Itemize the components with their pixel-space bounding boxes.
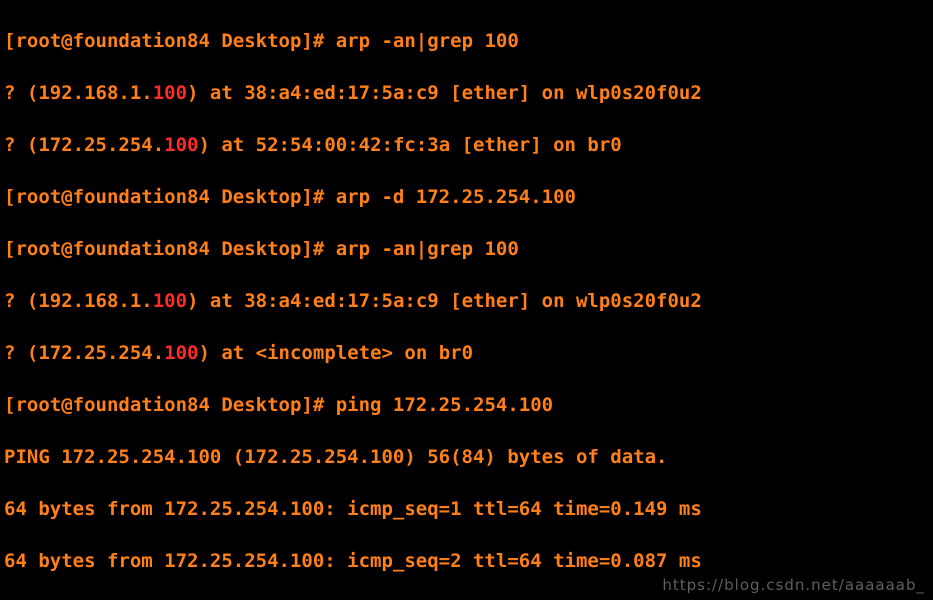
watermark-text: https://blog.csdn.net/aaaaaab_ xyxy=(662,576,925,594)
prompt-line: [root@foundation84 Desktop]# ping 172.25… xyxy=(4,392,929,418)
command-input[interactable]: ping 172.25.254.100 xyxy=(336,394,553,416)
output-line: ? (192.168.1.100) at 38:a4:ed:17:5a:c9 [… xyxy=(4,80,929,106)
output-line: ? (172.25.254.100) at 52:54:00:42:fc:3a … xyxy=(4,132,929,158)
command-input[interactable]: arp -an|grep 100 xyxy=(336,238,519,260)
ping-reply: 64 bytes from 172.25.254.100: icmp_seq=1… xyxy=(4,496,929,522)
grep-match: 100 xyxy=(153,82,187,104)
arp-entry-part: ) at 38:a4:ed:17:5a:c9 [ether] on wlp0s2… xyxy=(187,82,702,104)
arp-entry-part: ? (172.25.254. xyxy=(4,134,164,156)
command-input[interactable]: arp -an|grep 100 xyxy=(336,30,519,52)
arp-entry-part: ? (172.25.254. xyxy=(4,342,164,364)
shell-prompt: [root@foundation84 Desktop]# xyxy=(4,186,336,208)
ping-header: PING 172.25.254.100 (172.25.254.100) 56(… xyxy=(4,444,929,470)
command-input[interactable]: arp -d 172.25.254.100 xyxy=(336,186,576,208)
output-line: ? (192.168.1.100) at 38:a4:ed:17:5a:c9 [… xyxy=(4,288,929,314)
ping-reply: 64 bytes from 172.25.254.100: icmp_seq=2… xyxy=(4,548,929,574)
grep-match: 100 xyxy=(164,134,198,156)
prompt-line: [root@foundation84 Desktop]# arp -d 172.… xyxy=(4,184,929,210)
arp-entry-part: ? (192.168.1. xyxy=(4,82,153,104)
output-line: ? (172.25.254.100) at <incomplete> on br… xyxy=(4,340,929,366)
arp-entry-part: ) at 38:a4:ed:17:5a:c9 [ether] on wlp0s2… xyxy=(187,290,702,312)
arp-entry-part: ) at 52:54:00:42:fc:3a [ether] on br0 xyxy=(198,134,621,156)
grep-match: 100 xyxy=(164,342,198,364)
arp-entry-part: ) at <incomplete> on br0 xyxy=(198,342,473,364)
arp-entry-part: ? (192.168.1. xyxy=(4,290,153,312)
grep-match: 100 xyxy=(153,290,187,312)
shell-prompt: [root@foundation84 Desktop]# xyxy=(4,394,336,416)
shell-prompt: [root@foundation84 Desktop]# xyxy=(4,238,336,260)
prompt-line: [root@foundation84 Desktop]# arp -an|gre… xyxy=(4,236,929,262)
prompt-line: [root@foundation84 Desktop]# arp -an|gre… xyxy=(4,28,929,54)
terminal-window[interactable]: [root@foundation84 Desktop]# arp -an|gre… xyxy=(0,0,933,600)
shell-prompt: [root@foundation84 Desktop]# xyxy=(4,30,336,52)
